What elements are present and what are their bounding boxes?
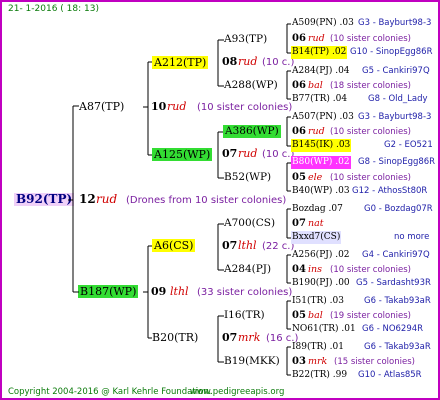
connector-g3-3: [286, 116, 291, 147]
connector-root: [68, 105, 79, 293]
connector-g3-2: [286, 70, 291, 100]
connector-g2-2: [217, 131, 224, 179]
pedigree-connectors: [68, 23, 291, 376]
connector-g2-1: [217, 39, 224, 87]
connector-g3-5: [286, 208, 291, 239]
connector-dam: [143, 245, 152, 339]
pedigree-canvas: 21- 1-2016 ( 18: 13) Copyright 2004-2016…: [0, 0, 440, 400]
connector-g2-3: [217, 223, 224, 271]
connector-g3-6: [286, 254, 291, 284]
connector-g3-4: [286, 162, 291, 192]
connector-g3-1: [286, 23, 291, 54]
connector-g3-8: [286, 346, 291, 376]
connector-g3-7: [286, 300, 291, 330]
connector-sire: [143, 61, 152, 156]
connector-g2-4: [217, 315, 224, 363]
